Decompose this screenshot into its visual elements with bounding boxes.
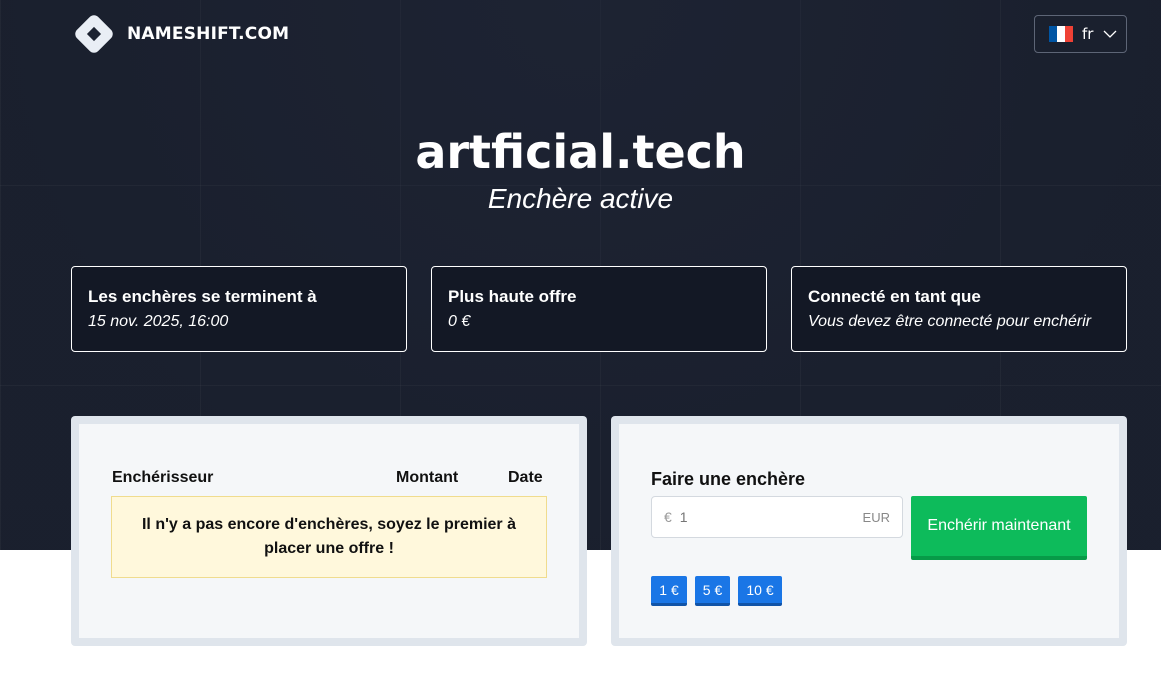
info-card-title: Les enchères se terminent à: [88, 287, 317, 306]
language-code: fr: [1082, 25, 1094, 43]
quick-amount-1-button[interactable]: 1 €: [651, 576, 687, 606]
currency-code: EUR: [862, 509, 890, 525]
language-selector[interactable]: fr: [1034, 15, 1127, 53]
currency-symbol: €: [664, 509, 672, 525]
place-bid-panel: Faire une enchère € EUR Enchérir mainten…: [611, 416, 1127, 646]
info-card-value: 15 nov. 2025, 16:00: [88, 313, 229, 330]
auction-status: Enchère active: [487, 183, 674, 214]
info-card-value: Vous devez être connecté pour enchérir: [808, 313, 1092, 330]
brand-logo[interactable]: NAMESHIFT.COM: [70, 10, 289, 58]
column-header-bidder: Enchérisseur: [112, 469, 214, 486]
column-header-date: Date: [508, 469, 543, 486]
highest-bid-card: Plus haute offre 0 €: [431, 266, 767, 352]
nameshift-logo-icon: [75, 15, 113, 53]
column-header-amount: Montant: [396, 469, 459, 486]
brand-name: NAMESHIFT.COM: [127, 24, 290, 44]
bid-amount-input[interactable]: [679, 509, 863, 525]
chevron-down-icon: [1103, 30, 1117, 38]
info-card-title: Connecté en tant que: [808, 287, 981, 306]
french-flag-icon: [1049, 26, 1073, 42]
quick-amount-10-button[interactable]: 10 €: [738, 576, 782, 606]
quick-amount-5-button[interactable]: 5 €: [695, 576, 730, 606]
info-card-value: 0 €: [448, 313, 471, 330]
bid-now-button[interactable]: Enchérir maintenant: [911, 496, 1087, 560]
info-card-title: Plus haute offre: [448, 287, 577, 306]
domain-title: artficial.tech: [415, 125, 746, 179]
auction-end-card: Les enchères se terminent à 15 nov. 2025…: [71, 266, 407, 352]
bid-amount-field[interactable]: € EUR: [651, 496, 903, 538]
bids-history-panel: Enchérisseur Montant Date Il n'y a pas e…: [71, 416, 587, 646]
empty-bids-notice: Il n'y a pas encore d'enchères, soyez le…: [111, 496, 547, 578]
place-bid-title: Faire une enchère: [651, 469, 806, 489]
logged-in-card: Connecté en tant que Vous devez être con…: [791, 266, 1127, 352]
